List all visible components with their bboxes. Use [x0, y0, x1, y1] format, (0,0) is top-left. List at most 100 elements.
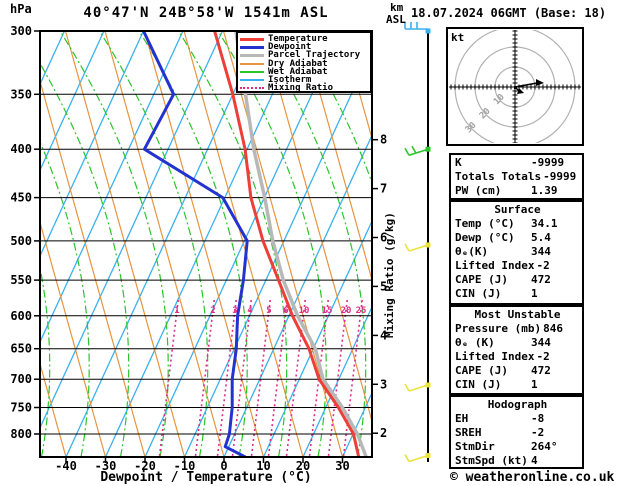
svg-text:1: 1: [174, 306, 179, 316]
svg-text:15: 15: [322, 306, 333, 316]
stat-value: 4: [531, 454, 538, 467]
copyright: © weatheronline.co.uk: [450, 470, 615, 485]
page-title: 40°47'N 24B°58'W 1541m ASL: [83, 5, 329, 21]
stat-row: Dewp (°C) 5.4: [455, 231, 580, 245]
svg-text:700: 700: [10, 372, 32, 386]
stat-value: 344: [531, 245, 551, 258]
stat-value: 264°: [531, 440, 558, 453]
stat-label: PW (cm): [455, 184, 502, 197]
stat-label: CIN (J): [455, 378, 502, 391]
stat-row: Lifted Index -2: [455, 350, 580, 364]
stats-box-most-unstable: Most Unstable Pressure (mb) 846 θₑ (K) 344 Li…: [449, 305, 584, 395]
stat-row: θₑ (K) 344: [455, 336, 580, 350]
stat-value: 34.1: [531, 217, 558, 230]
datetime-label: 18.07.2024 06GMT (Base: 18): [411, 6, 607, 20]
stat-label: Lifted Index: [455, 350, 535, 363]
legend-label: Mixing Ratio: [268, 83, 334, 94]
svg-text:20: 20: [341, 306, 352, 316]
mixing-ratio-axis-label: Mixing Ratio (g/kg): [383, 212, 396, 338]
stat-value: -2: [536, 259, 550, 272]
stat-label: Temp (°C): [455, 217, 515, 230]
stat-row: θₑ(K) 344: [455, 245, 580, 259]
stat-label: θₑ (K): [455, 336, 495, 349]
stat-row: EH -8: [455, 412, 580, 426]
altitude-axis-unit-asl: ASL: [386, 13, 406, 26]
stat-label: Totals Totals: [455, 170, 542, 183]
stat-row: PW (cm) 1.39: [455, 184, 580, 198]
wet-adiabat-line-icon: [240, 70, 264, 73]
pressure-axis-ticks: 300 350 400 450 500 550 600 650 700 750 800: [10, 24, 40, 441]
stat-row: StmSpd (kt) 4: [455, 454, 580, 467]
stat-value: 344: [531, 336, 551, 349]
stat-value: 472: [531, 273, 551, 286]
mixing-ratio-line-icon: [240, 87, 264, 90]
stat-label: SREH: [455, 426, 482, 439]
svg-text:10: 10: [299, 306, 310, 316]
svg-text:800: 800: [10, 427, 32, 441]
stats-box-indices: K -9999 Totals Totals -9999 PW (cm) 1.39: [449, 153, 584, 200]
parcel-trajectory-curve: [234, 31, 368, 457]
stat-label: K: [455, 156, 462, 169]
stat-value: -2: [536, 350, 550, 363]
stat-row: Totals Totals -9999: [455, 170, 580, 184]
stat-value: -8: [531, 412, 545, 425]
svg-text:3: 3: [232, 306, 237, 316]
dewpoint-line-icon: [240, 45, 264, 49]
hodograph-unit-label: kt: [451, 31, 465, 44]
stat-value: 1: [531, 378, 538, 391]
svg-text:2: 2: [210, 306, 215, 316]
stat-row: Temp (°C) 34.1: [455, 217, 580, 231]
svg-text:3: 3: [380, 377, 387, 391]
legend: Temperature Dewpoint Parcel Trajectory Dry …: [236, 31, 372, 93]
legend-item: Mixing Ratio: [240, 83, 370, 94]
svg-text:8: 8: [380, 133, 387, 147]
stat-row: CAPE (J) 472: [455, 273, 580, 287]
isotherm-line-icon: [240, 79, 264, 82]
svg-text:450: 450: [10, 191, 32, 205]
stat-row: Lifted Index -2: [455, 259, 580, 273]
stat-value: 846: [543, 322, 563, 335]
stat-value: -9999: [543, 170, 577, 183]
parcel-trajectory-line-icon: [240, 53, 264, 57]
stat-row: StmDir 264°: [455, 440, 580, 454]
hodograph: 102030: [446, 27, 584, 146]
stats-section-title: Hodograph: [487, 398, 548, 411]
temperature-line-icon: [240, 37, 264, 41]
skewt-sounding-page: 1 2 3 4 5 6 10 15 20 25 -40 -30 -20 -10 0 10 20 30 300 350 4…: [0, 0, 629, 486]
svg-text:350: 350: [10, 87, 32, 101]
stats-box-hodograph: Hodograph EH -8 SREH -2 StmDir 264° StmSpd (kt)…: [449, 395, 584, 469]
stat-label: StmSpd (kt): [455, 454, 528, 467]
stat-label: Pressure (mb): [455, 322, 542, 335]
dry-adiabat-line-icon: [240, 62, 264, 65]
wet-adiabats: [40, 31, 372, 457]
stat-label: CAPE (J): [455, 273, 508, 286]
stat-label: Lifted Index: [455, 259, 535, 272]
stat-value: 1.39: [531, 184, 558, 197]
stats-section-title: Surface: [494, 203, 541, 216]
stat-value: 472: [531, 364, 551, 377]
stat-row: CAPE (J) 472: [455, 364, 580, 378]
x-axis-label: Dewpoint / Temperature (°C): [100, 470, 312, 485]
stats-box-surface: Surface Temp (°C) 34.1 Dewp (°C) 5.4 θₑ(K) 344…: [449, 200, 584, 305]
svg-text:2: 2: [380, 426, 387, 440]
stat-value: -9999: [531, 156, 565, 169]
svg-text:500: 500: [10, 234, 32, 248]
svg-text:750: 750: [10, 401, 32, 415]
stat-row: K -9999: [455, 156, 580, 170]
stat-label: EH: [455, 412, 469, 425]
stat-value: 1: [531, 287, 538, 300]
stat-row: CIN (J) 1: [455, 378, 580, 392]
svg-text:25: 25: [356, 306, 367, 316]
pressure-axis-unit: hPa: [10, 2, 32, 16]
temperature-curve: [213, 31, 361, 457]
stat-label: CAPE (J): [455, 364, 508, 377]
stat-value: 5.4: [531, 231, 551, 244]
mixing-ratio-labels: 1 2 3 4 5 6 10 15 20 25: [174, 306, 366, 316]
stat-label: StmDir: [455, 440, 495, 453]
svg-text:300: 300: [10, 24, 32, 38]
stat-label: CIN (J): [455, 287, 502, 300]
svg-text:400: 400: [10, 142, 32, 156]
svg-text:550: 550: [10, 273, 32, 287]
stat-label: Dewp (°C): [455, 231, 515, 244]
wind-barb-column: [404, 22, 431, 463]
